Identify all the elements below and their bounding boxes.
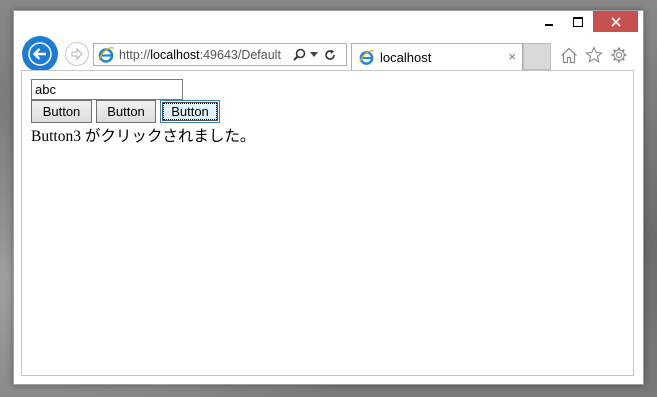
- chevron-down-icon: [310, 51, 318, 57]
- button-3[interactable]: Button: [160, 100, 220, 123]
- url-rest: :49643/Default: [199, 47, 281, 62]
- close-icon: [610, 16, 621, 27]
- new-tab-button[interactable]: [523, 43, 551, 70]
- tab-label: localhost: [380, 49, 432, 65]
- close-window-button[interactable]: [593, 11, 638, 32]
- url-host: localhost: [150, 47, 200, 62]
- star-icon[interactable]: [583, 44, 605, 66]
- address-bar[interactable]: http://localhost:49643/Default: [93, 43, 347, 66]
- url-prefix: http://: [119, 47, 151, 62]
- ie-logo-icon: [98, 46, 115, 63]
- minimize-icon: [545, 23, 553, 26]
- status-message: Button3 がクリックされました。: [31, 128, 256, 145]
- refresh-icon: [325, 49, 335, 60]
- refresh-button[interactable]: [321, 44, 339, 65]
- ie-logo-icon: [359, 49, 375, 65]
- maximize-icon: [573, 16, 583, 27]
- address-url[interactable]: http://localhost:49643/Default: [119, 48, 291, 62]
- search-button[interactable]: [291, 44, 307, 65]
- button-1[interactable]: Button: [31, 100, 92, 123]
- text-input[interactable]: [31, 79, 183, 100]
- forward-arrow-icon: [71, 47, 83, 61]
- button-3-label: Button: [163, 103, 217, 120]
- gear-icon[interactable]: [608, 44, 630, 66]
- page-content: Button Button Button Button3 がクリックされました。: [21, 70, 634, 376]
- tab-localhost[interactable]: localhost ×: [351, 43, 523, 70]
- back-arrow-icon: [28, 42, 52, 66]
- address-dropdown-button[interactable]: [307, 44, 321, 65]
- maximize-button[interactable]: [564, 11, 592, 32]
- button-2[interactable]: Button: [96, 100, 156, 123]
- minimize-button[interactable]: [535, 11, 563, 32]
- forward-button[interactable]: [65, 42, 89, 66]
- home-icon[interactable]: [558, 44, 580, 66]
- search-icon: [292, 48, 305, 61]
- browser-window: http://localhost:49643/Default localhost…: [13, 10, 644, 385]
- close-tab-icon[interactable]: ×: [508, 49, 516, 64]
- back-button[interactable]: [22, 36, 58, 72]
